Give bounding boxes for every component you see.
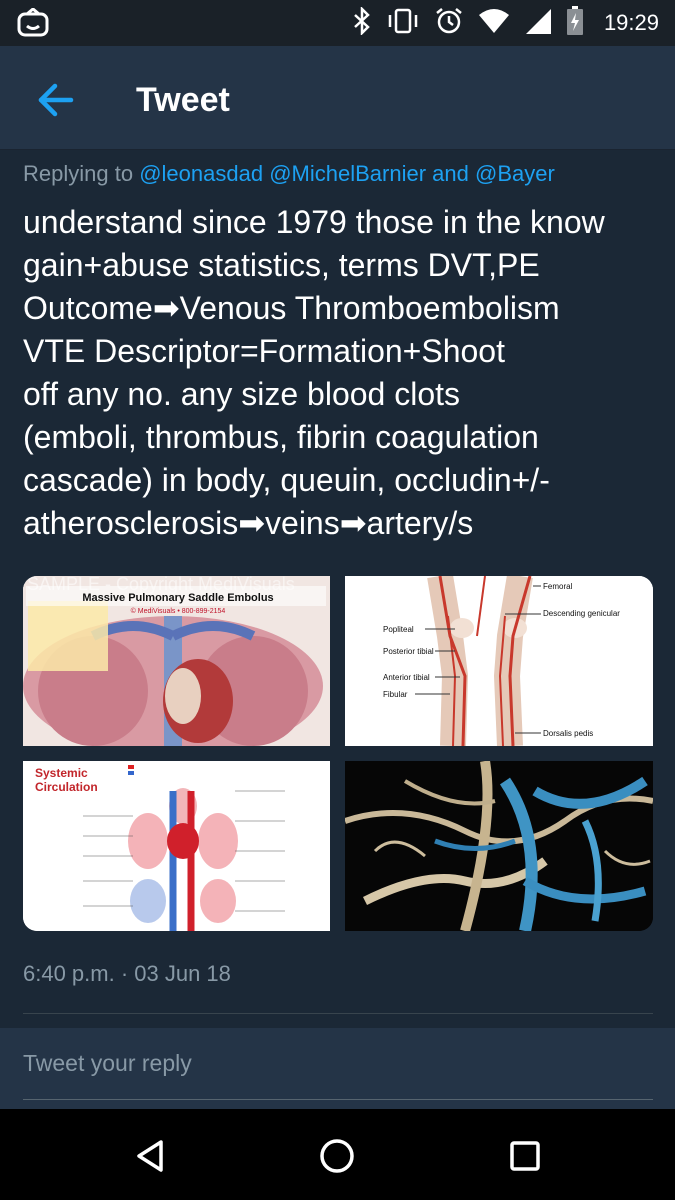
circle-home-icon	[320, 1139, 354, 1173]
mention-link[interactable]: @leonasdad	[139, 161, 263, 186]
tweet-text-line: gain+abuse statistics, terms DVT,PE	[23, 247, 540, 283]
media-image-vessels-3d[interactable]	[345, 761, 653, 931]
mention-conjunction: and	[432, 161, 469, 186]
status-icons: 19:29	[352, 5, 659, 41]
square-recents-icon	[510, 1141, 540, 1171]
media-image-leg-arteries[interactable]: Femoral Descending genicular Popliteal P…	[345, 576, 653, 746]
media-2-label: Popliteal	[383, 625, 414, 634]
divider	[23, 1013, 653, 1014]
reply-bar	[0, 1028, 675, 1109]
page-title: Tweet	[136, 81, 230, 119]
nav-home-button[interactable]	[312, 1131, 362, 1181]
tweet-text-line: understand since 1979 those in the know	[23, 204, 605, 240]
media-2-label: Femoral	[543, 582, 573, 591]
status-time: 19:29	[603, 10, 659, 35]
app-notification-icon	[16, 7, 50, 43]
triangle-back-icon	[137, 1140, 163, 1172]
system-nav-bar	[0, 1109, 675, 1200]
bluetooth-icon	[352, 5, 372, 40]
mention-link[interactable]: @MichelBarnier	[269, 161, 426, 186]
arrow-left-icon	[38, 83, 74, 117]
reply-input-underline	[23, 1099, 653, 1100]
tweet-text: understand since 1979 those in the know …	[23, 201, 658, 545]
wifi-icon	[478, 8, 510, 39]
signal-icon	[524, 7, 552, 40]
battery-icon	[566, 5, 584, 41]
tweet-text-line: off any no. any size blood clots	[23, 376, 461, 412]
nav-back-button[interactable]	[126, 1131, 176, 1181]
tweet-detail: Replying to @leonasdad @MichelBarnier an…	[0, 151, 675, 1109]
media-3-title: Circulation	[35, 780, 98, 794]
tweet-text-line: (emboli, thrombus, fibrin coagulation	[23, 419, 539, 455]
media-2-label: Dorsalis pedis	[543, 729, 593, 738]
media-image-pulmonary-embolus[interactable]: Massive Pulmonary Saddle Embolus © MediV…	[23, 576, 330, 746]
tweet-text-line: atherosclerosis➡veins➡artery/s	[23, 505, 474, 541]
app-header: Tweet	[0, 46, 675, 150]
replying-to: Replying to @leonasdad @MichelBarnier an…	[23, 161, 555, 187]
replying-prefix: Replying to	[23, 161, 134, 186]
media-1-watermark: SAMPLE - Copyright MediVisuals	[27, 576, 295, 594]
mention-link[interactable]: @Bayer	[475, 161, 555, 186]
media-image-systemic-circulation[interactable]: Systemic Circulation	[23, 761, 330, 931]
media-1-subtitle: © MediVisuals • 800-899-2154	[131, 607, 226, 615]
tweet-text-line: cascade) in body, queuin, occludin+/-	[23, 462, 550, 498]
alarm-icon	[434, 6, 464, 41]
media-grid: Massive Pulmonary Saddle Embolus © MediV…	[23, 576, 653, 931]
media-3-title: Systemic	[35, 766, 88, 780]
tweet-timestamp: 6:40 p.m. · 03 Jun 18	[23, 961, 231, 986]
nav-recents-button[interactable]	[500, 1131, 550, 1181]
media-2-label: Fibular	[383, 690, 408, 699]
tweet-text-line: Outcome➡Venous Thromboembolism	[23, 290, 560, 326]
reply-input[interactable]	[23, 1050, 623, 1077]
status-bar: 19:29	[0, 0, 675, 46]
tweet-text-line: VTE Descriptor=Formation+Shoot	[23, 333, 505, 369]
media-2-label: Posterior tibial	[383, 647, 434, 656]
media-2-label: Anterior tibial	[383, 673, 430, 682]
vibrate-icon	[386, 7, 420, 40]
back-button[interactable]	[30, 78, 80, 122]
media-2-label: Descending genicular	[543, 609, 620, 618]
